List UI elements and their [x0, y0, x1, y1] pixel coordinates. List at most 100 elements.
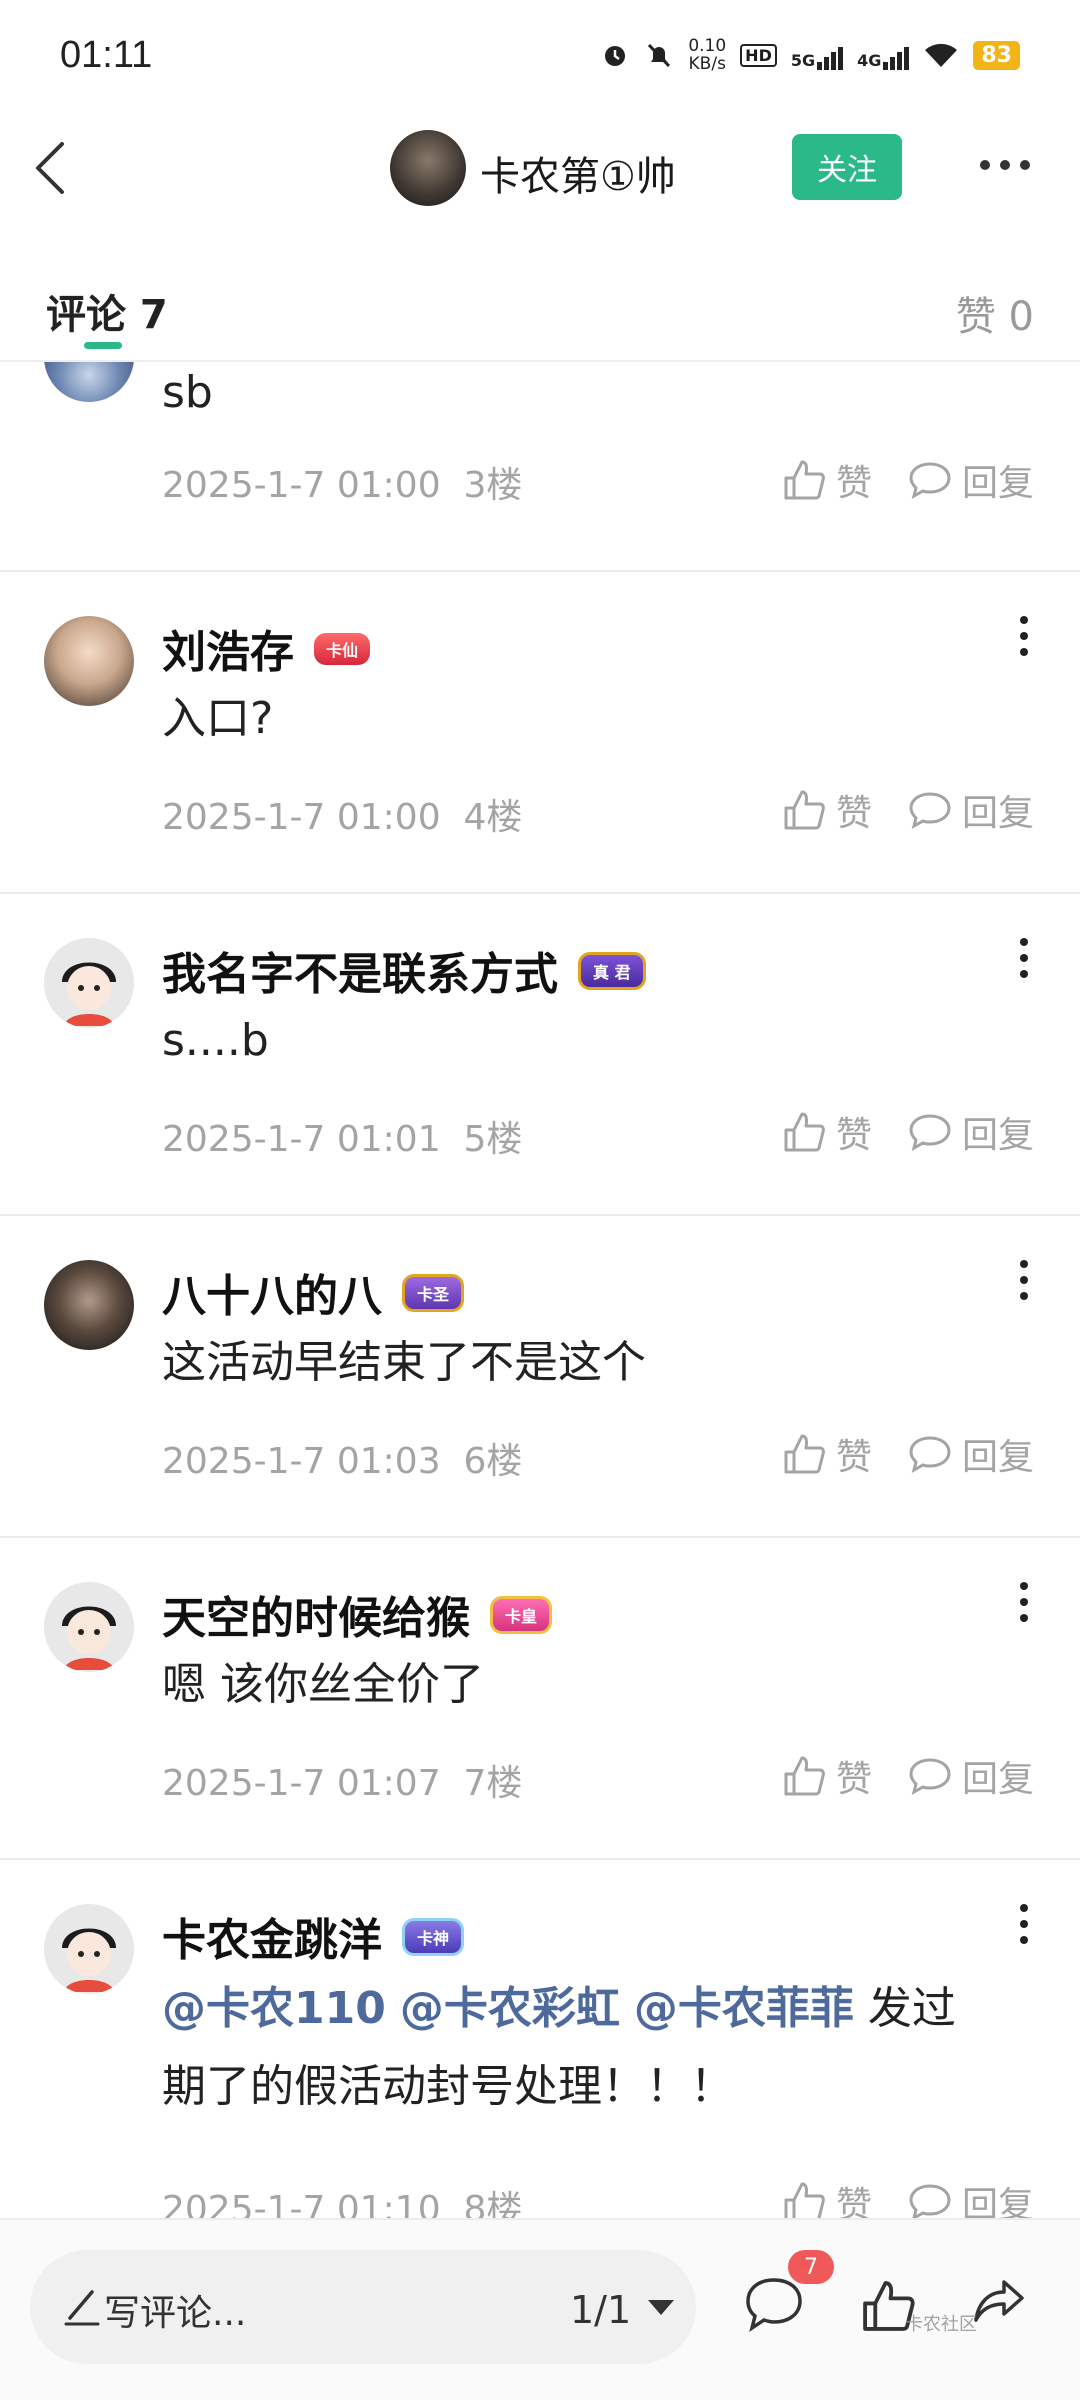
- reply-label[interactable]: 回复: [962, 1428, 1034, 1480]
- mention-link[interactable]: @卡农菲菲: [634, 1983, 854, 2034]
- follow-button[interactable]: 关注: [792, 134, 902, 200]
- commenter-name[interactable]: 八十八的八 卡圣: [162, 1260, 465, 1324]
- commenter-name[interactable]: 刘浩存 卡仙: [162, 616, 371, 680]
- watermark-logo: 卡农社区: [905, 2314, 977, 2335]
- like-label[interactable]: 赞: [836, 1428, 872, 1480]
- comment-actions: 赞 回复: [782, 2176, 1034, 2218]
- hd-icon: HD: [740, 43, 777, 67]
- comment-list[interactable]: sb 2025-1-7 01:00 3楼 赞 回复 刘浩存 卡仙 入口? 2025…: [0, 362, 1080, 2218]
- comment-menu-icon[interactable]: [1020, 1582, 1030, 1622]
- commenter-avatar[interactable]: [44, 938, 134, 1028]
- level-badge: 卡皇: [490, 1596, 553, 1634]
- comment-text: 入口?: [162, 693, 274, 744]
- comment-actions: 赞 回复: [782, 784, 1034, 836]
- comment-meta: 2025-1-7 01:07 7楼: [162, 1763, 523, 1804]
- comment-actions: 赞 回复: [782, 1106, 1034, 1158]
- cartoon-avatar-icon: [44, 938, 134, 1028]
- write-comment-input[interactable]: 写评论... 1/1: [30, 2250, 696, 2364]
- comment-count-badge: 7: [788, 2250, 834, 2284]
- comment-actions: 赞 回复: [782, 1750, 1034, 1802]
- page-indicator[interactable]: 1/1: [570, 2288, 631, 2332]
- back-arrow-icon[interactable]: [28, 138, 78, 198]
- like-label[interactable]: 赞: [836, 2176, 872, 2218]
- reply-bubble-icon[interactable]: [908, 1112, 952, 1152]
- level-badge: 真 君: [578, 952, 646, 990]
- thumbs-up-icon[interactable]: [782, 2180, 826, 2218]
- comment-text: 嗯 该你丝全价了: [162, 1659, 484, 1710]
- status-time: 01:11: [60, 34, 153, 76]
- comment-item: 卡农金跳洋 卡神 @卡农110 @卡农彩虹 @卡农菲菲 发过 期了的假活动封号处理…: [0, 1860, 1080, 2218]
- comment-item: sb 2025-1-7 01:00 3楼 赞 回复: [0, 362, 1080, 572]
- level-badge: 卡仙: [314, 633, 371, 665]
- cartoon-avatar-icon: [44, 1582, 134, 1672]
- comment-text: @卡农110 @卡农彩虹 @卡农菲菲 发过 期了的假活动封号处理！！！: [162, 1983, 956, 2112]
- like-label[interactable]: 赞: [836, 1106, 872, 1158]
- like-label[interactable]: 赞: [836, 784, 872, 836]
- comment-menu-icon[interactable]: [1020, 1904, 1030, 1944]
- comment-item: 天空的时候给猴 卡皇 嗯 该你丝全价了 2025-1-7 01:07 7楼 赞 回…: [0, 1538, 1080, 1860]
- cartoon-avatar-icon: [44, 1904, 134, 1994]
- author-name[interactable]: 卡农第①帅: [480, 144, 676, 202]
- comment-meta: 2025-1-7 01:10 8楼: [162, 2189, 523, 2218]
- reply-bubble-icon[interactable]: [908, 2182, 952, 2218]
- status-bar: 01:11 0.10 KB/s HD 5G 4G 83: [0, 0, 1080, 110]
- mention-link[interactable]: @卡农彩虹: [400, 1983, 620, 2034]
- page-dropdown-icon[interactable]: [648, 2300, 674, 2315]
- pencil-icon: [64, 2290, 100, 2326]
- comment-menu-icon[interactable]: [1020, 1260, 1030, 1300]
- thumbs-up-icon[interactable]: [782, 788, 826, 832]
- commenter-name[interactable]: 我名字不是联系方式真 君: [162, 938, 646, 1002]
- commenter-name[interactable]: 天空的时候给猴 卡皇: [162, 1582, 553, 1646]
- thumbs-up-icon[interactable]: [782, 1754, 826, 1798]
- like-label[interactable]: 赞: [836, 454, 872, 506]
- thumbs-up-icon[interactable]: [782, 1432, 826, 1476]
- reply-bubble-icon[interactable]: [908, 1756, 952, 1796]
- commenter-avatar[interactable]: [44, 1904, 134, 1994]
- bottom-bar: 写评论... 1/1 7 卡农社区: [0, 2218, 1080, 2400]
- mute-bell-icon: [648, 43, 671, 68]
- like-label[interactable]: 赞: [836, 1750, 872, 1802]
- thumbs-up-icon[interactable]: [782, 458, 826, 502]
- commenter-avatar[interactable]: [44, 362, 134, 402]
- comment-icon[interactable]: [744, 2276, 804, 2332]
- comment-item: 八十八的八 卡圣 这活动早结束了不是这个 2025-1-7 01:03 6楼 赞 …: [0, 1216, 1080, 1538]
- active-tab-indicator: [84, 342, 122, 349]
- post-header: 卡农第①帅 关注: [0, 110, 1080, 230]
- write-comment-placeholder: 写评论...: [104, 2293, 247, 2334]
- comment-text: s....b: [162, 1015, 269, 1066]
- reply-label[interactable]: 回复: [962, 784, 1034, 836]
- signal-4g-icon: 4G: [857, 40, 910, 70]
- thumbs-up-icon[interactable]: [782, 1110, 826, 1154]
- comment-text: sb: [162, 367, 213, 418]
- comment-text: 这活动早结束了不是这个: [162, 1337, 646, 1388]
- more-options-icon[interactable]: [980, 160, 1030, 170]
- mention-link[interactable]: @卡农110: [162, 1983, 386, 2034]
- tab-comments[interactable]: 评论 7: [46, 282, 168, 340]
- commenter-avatar[interactable]: [44, 1260, 134, 1350]
- reply-label[interactable]: 回复: [962, 1106, 1034, 1158]
- reply-label[interactable]: 回复: [962, 454, 1034, 506]
- commenter-name[interactable]: 卡农金跳洋 卡神: [162, 1904, 465, 1968]
- signal-5g-icon: 5G: [791, 40, 844, 70]
- comment-item: 刘浩存 卡仙 入口? 2025-1-7 01:00 4楼 赞 回复: [0, 572, 1080, 894]
- comment-item: 我名字不是联系方式真 君 s....b 2025-1-7 01:01 5楼 赞 …: [0, 894, 1080, 1216]
- reply-bubble-icon[interactable]: [908, 1434, 952, 1474]
- reply-bubble-icon[interactable]: [908, 460, 952, 500]
- wifi-icon: [925, 43, 958, 67]
- alarm-icon: [605, 46, 626, 66]
- reply-label[interactable]: 回复: [962, 2176, 1034, 2218]
- commenter-avatar[interactable]: [44, 616, 134, 706]
- comment-meta: 2025-1-7 01:01 5楼: [162, 1119, 523, 1160]
- comment-menu-icon[interactable]: [1020, 616, 1030, 656]
- comment-meta: 2025-1-7 01:00 4楼: [162, 797, 523, 838]
- comment-actions: 赞 回复: [782, 454, 1034, 506]
- share-icon[interactable]: [970, 2276, 1026, 2332]
- level-badge: 卡圣: [402, 1274, 465, 1312]
- reply-label[interactable]: 回复: [962, 1750, 1034, 1802]
- net-speed: 0.10 KB/s: [688, 36, 727, 74]
- author-avatar[interactable]: [390, 130, 466, 206]
- commenter-avatar[interactable]: [44, 1582, 134, 1672]
- reply-bubble-icon[interactable]: [908, 790, 952, 830]
- comment-menu-icon[interactable]: [1020, 938, 1030, 978]
- tab-likes[interactable]: 赞 0: [956, 284, 1034, 342]
